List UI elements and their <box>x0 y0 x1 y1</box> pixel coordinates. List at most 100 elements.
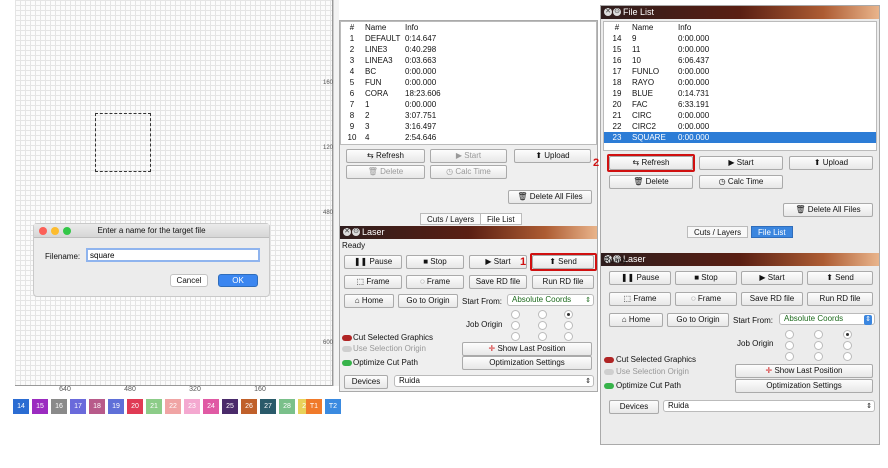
layer-color-swatch[interactable]: 18 <box>89 399 105 414</box>
show-last-position-button[interactable]: ✛ Show Last Position <box>462 342 592 356</box>
layer-color-swatch[interactable]: T1 <box>306 399 322 414</box>
file-row[interactable]: 5 FUN 0:00.000 <box>341 77 443 88</box>
cut-selected-toggle[interactable] <box>342 335 352 341</box>
tab-cuts-layers[interactable]: Cuts / Layers <box>420 213 482 225</box>
file-row[interactable]: 20 FAC 6:33.191 <box>604 99 876 110</box>
job-origin-radio[interactable] <box>785 341 794 350</box>
column-header[interactable]: # <box>341 22 363 33</box>
file-row[interactable]: 23 SQUARE 0:00.000 <box>604 132 876 143</box>
column-header[interactable]: Info <box>676 22 876 33</box>
tab-file-list[interactable]: File List <box>480 213 522 225</box>
file-row[interactable]: 19 BLUE 0:14.731 <box>604 88 876 99</box>
save-rd-button[interactable]: Save RD file <box>741 292 803 306</box>
cancel-button[interactable]: Cancel <box>170 274 208 287</box>
layer-color-swatch[interactable]: 15 <box>32 399 48 414</box>
go-to-origin-button[interactable]: Go to Origin <box>398 294 458 308</box>
float-icon[interactable]: ⊙ <box>613 8 621 16</box>
job-origin-radio[interactable] <box>511 321 520 330</box>
layer-color-swatch[interactable]: 27 <box>260 399 276 414</box>
file-row[interactable]: 8 2 3:07.751 <box>341 110 443 121</box>
frame-button[interactable]: ⬚ Frame <box>344 275 402 289</box>
job-origin-radio[interactable] <box>538 310 547 319</box>
close-dot-icon[interactable] <box>39 227 47 235</box>
job-origin-radio[interactable] <box>843 330 852 339</box>
file-row[interactable]: 6 CORA 18:23.606 <box>341 88 443 99</box>
circle-frame-button[interactable]: ◌ Frame <box>406 275 464 289</box>
start-from-select[interactable]: Absolute Coords ⇕ <box>779 313 875 325</box>
start-job-button[interactable]: ▶ Start <box>469 255 527 269</box>
layer-color-swatch[interactable]: 23 <box>184 399 200 414</box>
optimization-settings-button[interactable]: Optimization Settings <box>462 356 592 370</box>
upload-button[interactable]: ⬆ Upload <box>789 156 873 170</box>
layer-color-swatch[interactable]: 26 <box>241 399 257 414</box>
devices-button[interactable]: Devices <box>609 400 659 414</box>
file-row[interactable]: 2 LINE3 0:40.298 <box>341 44 443 55</box>
cut-selected-toggle[interactable] <box>604 357 614 363</box>
refresh-button[interactable]: ⇆ Refresh <box>346 149 425 163</box>
home-button[interactable]: ⌂ Home <box>344 294 394 308</box>
show-last-position-button[interactable]: ✛ Show Last Position <box>735 364 873 378</box>
job-origin-radio[interactable] <box>785 352 794 361</box>
job-origin-radio[interactable] <box>538 321 547 330</box>
calc-time-button[interactable]: ◷ Calc Time <box>699 175 783 189</box>
device-select[interactable]: Ruida ⇕ <box>394 375 594 387</box>
file-row[interactable]: 9 3 3:16.497 <box>341 121 443 132</box>
calc-time-button[interactable]: ◷ Calc Time <box>430 165 507 179</box>
optimize-cut-toggle[interactable] <box>604 383 614 389</box>
run-rd-button[interactable]: Run RD file <box>532 275 594 289</box>
use-selection-origin-toggle[interactable] <box>604 369 614 375</box>
file-row[interactable]: 14 9 0:00.000 <box>604 33 876 44</box>
run-rd-button[interactable]: Run RD file <box>807 292 873 306</box>
start-button[interactable]: ▶ Start <box>699 156 783 170</box>
go-to-origin-button[interactable]: Go to Origin <box>667 313 729 327</box>
job-origin-radio[interactable] <box>785 330 794 339</box>
square-shape[interactable] <box>95 113 151 172</box>
job-origin-radio[interactable] <box>814 341 823 350</box>
file-row[interactable]: 21 CIRC 0:00.000 <box>604 110 876 121</box>
layer-color-swatch[interactable]: 21 <box>146 399 162 414</box>
job-origin-radio[interactable] <box>814 330 823 339</box>
job-origin-radio[interactable] <box>843 352 852 361</box>
job-origin-radio[interactable] <box>843 341 852 350</box>
design-canvas[interactable] <box>15 0 333 386</box>
job-origin-radio[interactable] <box>814 352 823 361</box>
layer-color-swatch[interactable]: 19 <box>108 399 124 414</box>
optimize-cut-toggle[interactable] <box>342 360 352 366</box>
file-row[interactable]: 16 10 6:06.437 <box>604 55 876 66</box>
file-row[interactable]: 15 11 0:00.000 <box>604 44 876 55</box>
column-header[interactable]: Info <box>403 22 443 33</box>
layer-color-swatch[interactable]: 22 <box>165 399 181 414</box>
column-header[interactable]: Name <box>363 22 403 33</box>
close-icon[interactable]: ✕ <box>343 228 351 236</box>
pause-button[interactable]: ❚❚ Pause <box>609 271 671 285</box>
file-row[interactable]: 7 1 0:00.000 <box>341 99 443 110</box>
tab-cuts-layers[interactable]: Cuts / Layers <box>687 226 749 238</box>
send-button[interactable]: ⬆ Send <box>807 271 873 285</box>
delete-button[interactable]: 🗑 Delete <box>609 175 693 189</box>
start-from-select[interactable]: Absolute Coords ⇕ <box>507 294 594 306</box>
home-button[interactable]: ⌂ Home <box>609 313 663 327</box>
layer-color-swatch[interactable]: 17 <box>70 399 86 414</box>
file-row[interactable]: 3 LINEA3 0:03.663 <box>341 55 443 66</box>
use-selection-origin-toggle[interactable] <box>342 346 352 352</box>
optimization-settings-button[interactable]: Optimization Settings <box>735 379 873 393</box>
ok-button[interactable]: OK <box>218 274 258 287</box>
stop-button[interactable]: ■ Stop <box>675 271 737 285</box>
upload-button[interactable]: ⬆ Upload <box>514 149 591 163</box>
job-origin-radio[interactable] <box>564 332 573 341</box>
delete-all-files-button[interactable]: 🗑 Delete All Files <box>508 190 592 204</box>
layer-color-swatch[interactable]: T2 <box>325 399 341 414</box>
file-row[interactable]: 22 CIRC2 0:00.000 <box>604 121 876 132</box>
file-row[interactable]: 10 4 2:54.646 <box>341 132 443 143</box>
file-row[interactable]: 4 BC 0:00.000 <box>341 66 443 77</box>
tab-file-list[interactable]: File List <box>751 226 793 238</box>
layer-color-swatch[interactable]: 28 <box>279 399 295 414</box>
minimize-dot-icon[interactable] <box>51 227 59 235</box>
close-icon[interactable]: ✕ <box>604 8 612 16</box>
layer-color-swatch[interactable]: 20 <box>127 399 143 414</box>
start-button[interactable]: ▶ Start <box>430 149 507 163</box>
layer-color-swatch[interactable]: 16 <box>51 399 67 414</box>
file-row[interactable]: 18 RAYO 0:00.000 <box>604 77 876 88</box>
start-job-button[interactable]: ▶ Start <box>741 271 803 285</box>
layer-color-swatch[interactable]: 24 <box>203 399 219 414</box>
